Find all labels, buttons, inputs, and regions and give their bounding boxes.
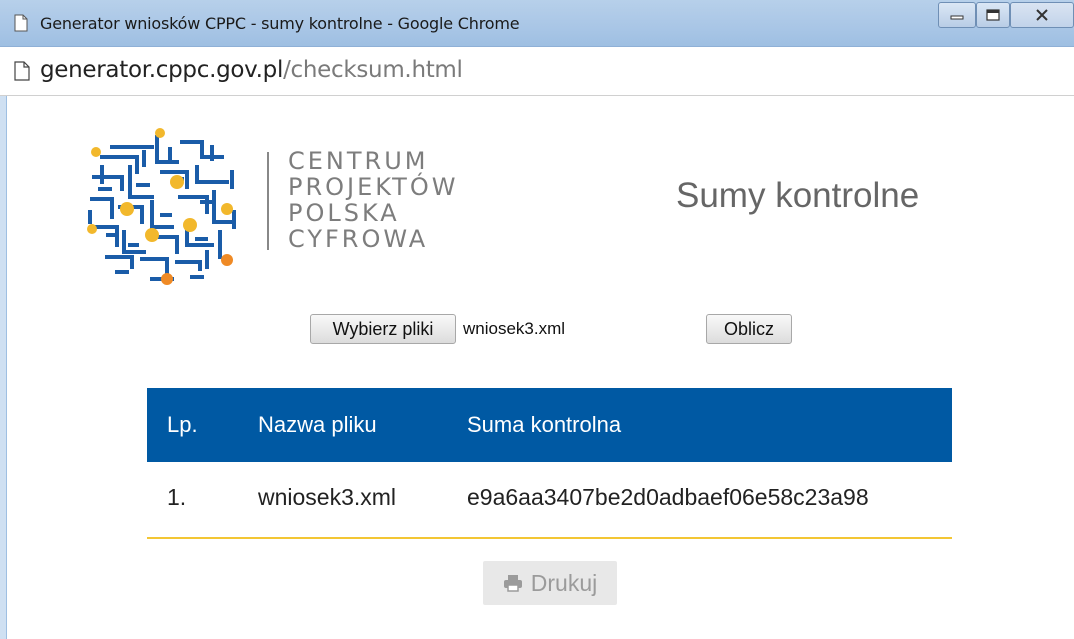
- window-left-border: [0, 96, 7, 639]
- header-checksum: Suma kontrolna: [467, 412, 622, 437]
- calculate-button[interactable]: Oblicz: [706, 314, 792, 344]
- close-icon: [1036, 9, 1048, 21]
- print-label: Drukuj: [530, 569, 598, 596]
- row-checksum[interactable]: e9a6aa3407be2d0adbaef06e58c23a98: [467, 484, 869, 511]
- cppc-logo-icon: [87, 128, 236, 285]
- title-bar[interactable]: Generator wniosków CPPC - sumy kontrolne…: [0, 0, 1074, 47]
- header-number: Lp.: [167, 412, 198, 437]
- minimize-button[interactable]: [938, 2, 976, 28]
- page-title: Sumy kontrolne: [676, 176, 920, 215]
- logo-line: POLSKA: [288, 199, 400, 227]
- logo-line: PROJEKTÓW: [288, 173, 459, 201]
- selected-filename: wniosek3.xml: [463, 319, 566, 338]
- logo-separator: [267, 152, 269, 250]
- table-row: 1. wniosek3.xml e9a6aa3407be2d0adbaef06e…: [147, 462, 952, 539]
- logo-line: CYFROWA: [288, 225, 429, 253]
- url-domain: generator.cppc.gov.pl: [40, 57, 284, 83]
- row-number: 1.: [167, 484, 187, 510]
- url-text[interactable]: generator.cppc.gov.pl/checksum.html: [40, 57, 463, 83]
- page-icon: [14, 61, 30, 81]
- close-button[interactable]: [1010, 2, 1074, 28]
- url-path: /checksum.html: [283, 57, 463, 83]
- maximize-button[interactable]: [976, 2, 1010, 28]
- print-button[interactable]: Drukuj: [483, 561, 617, 605]
- header-filename: Nazwa pliku: [258, 412, 377, 437]
- table-header: Lp. Nazwa pliku Suma kontrolna: [147, 388, 952, 462]
- minimize-icon: [950, 15, 964, 20]
- document-icon: [14, 14, 28, 32]
- window-title: Generator wniosków CPPC - sumy kontrolne…: [40, 14, 520, 33]
- logo-wordmark: CENTRUM PROJEKTÓW POLSKA CYFROWA: [288, 148, 458, 252]
- address-bar[interactable]: generator.cppc.gov.pl/checksum.html: [0, 47, 1074, 96]
- maximize-icon: [986, 9, 1000, 21]
- browser-window: Generator wniosków CPPC - sumy kontrolne…: [0, 0, 1074, 639]
- printer-icon: [503, 575, 522, 592]
- checksum-table: Lp. Nazwa pliku Suma kontrolna 1. wniose…: [147, 388, 952, 539]
- choose-files-button[interactable]: Wybierz pliki: [310, 314, 456, 344]
- logo-line: CENTRUM: [288, 147, 429, 175]
- row-filename: wniosek3.xml: [258, 484, 397, 510]
